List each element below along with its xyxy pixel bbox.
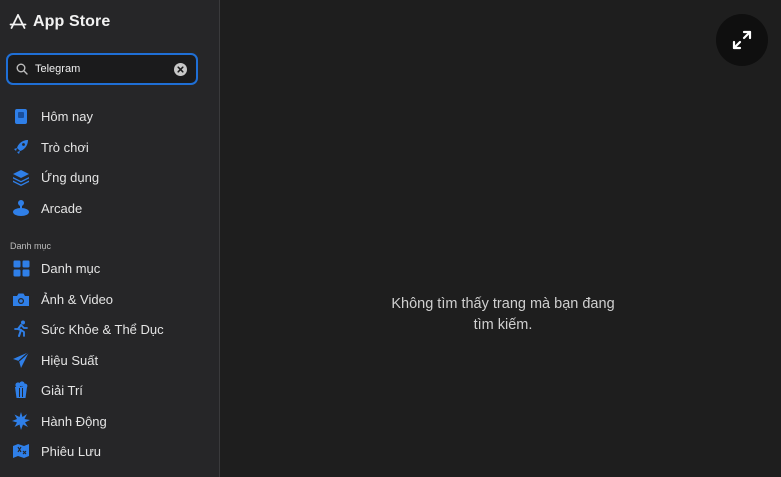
sidebar-item-health-fitness[interactable]: Sức Khỏe & Thể Dục bbox=[12, 318, 212, 340]
sidebar-item-arcade[interactable]: Arcade bbox=[12, 197, 212, 219]
search-field[interactable]: Telegram bbox=[6, 53, 198, 85]
burst-icon bbox=[12, 412, 30, 430]
not-found-message-line: Không tìm thấy trang mà bạn đang bbox=[391, 296, 615, 312]
today-icon bbox=[12, 107, 30, 125]
running-icon bbox=[12, 320, 30, 338]
sidebar-item-label: Ảnh & Video bbox=[41, 291, 114, 307]
close-icon bbox=[177, 65, 184, 73]
map-icon bbox=[12, 442, 30, 460]
search-icon bbox=[16, 63, 28, 75]
sidebar-item-label: Trò chơi bbox=[41, 139, 89, 155]
sidebar-item-productivity[interactable]: Hiệu Suất bbox=[12, 349, 212, 371]
sidebar-item-label: Giải Trí bbox=[41, 382, 83, 398]
sidebar-item-label: Arcade bbox=[41, 200, 83, 216]
sidebar-item-label: Phiêu Lưu bbox=[41, 443, 102, 459]
clear-search-button[interactable] bbox=[174, 62, 187, 76]
expand-icon bbox=[732, 30, 752, 50]
paper-plane-icon bbox=[12, 351, 30, 369]
sidebar-item-label: Ứng dụng bbox=[41, 169, 100, 185]
search-input[interactable]: Telegram bbox=[35, 63, 174, 75]
popcorn-icon bbox=[12, 381, 30, 399]
sidebar-item-label: Hiệu Suất bbox=[41, 352, 99, 368]
sidebar-item-today[interactable]: Hôm nay bbox=[12, 105, 212, 127]
sidebar-item-label: Sức Khỏe & Thể Dục bbox=[41, 321, 164, 337]
layers-icon bbox=[12, 168, 30, 186]
fullscreen-button[interactable] bbox=[716, 14, 768, 66]
joystick-icon bbox=[12, 199, 30, 217]
sidebar-item-adventure[interactable]: Phiêu Lưu bbox=[12, 440, 212, 462]
not-found-message-line: tìm kiếm. bbox=[473, 317, 533, 333]
sidebar-item-games[interactable]: Trò chơi bbox=[12, 136, 212, 158]
app-store-logo-icon bbox=[9, 13, 27, 31]
app-brand: App Store bbox=[9, 11, 110, 33]
camera-icon bbox=[12, 290, 30, 308]
sidebar-item-categories[interactable]: Danh mục bbox=[12, 257, 212, 279]
sidebar-item-photo-video[interactable]: Ảnh & Video bbox=[12, 288, 212, 310]
not-found-message: Không tìm thấy trang mà bạn đang tìm kiế… bbox=[370, 294, 636, 336]
sidebar: App Store Telegram Hôm nay Trò chơi Ứng … bbox=[0, 0, 220, 477]
sidebar-item-label: Danh mục bbox=[41, 260, 101, 276]
sidebar-item-action[interactable]: Hành Động bbox=[12, 410, 212, 432]
grid-icon bbox=[12, 259, 30, 277]
sidebar-item-entertainment[interactable]: Giải Trí bbox=[12, 379, 212, 401]
sidebar-item-apps[interactable]: Ứng dụng bbox=[12, 166, 212, 188]
sidebar-item-label: Hôm nay bbox=[41, 108, 94, 124]
sidebar-item-label: Hành Động bbox=[41, 413, 107, 429]
rocket-icon bbox=[12, 138, 30, 156]
app-title: App Store bbox=[33, 13, 111, 30]
categories-section-label: Danh mục bbox=[10, 241, 52, 251]
